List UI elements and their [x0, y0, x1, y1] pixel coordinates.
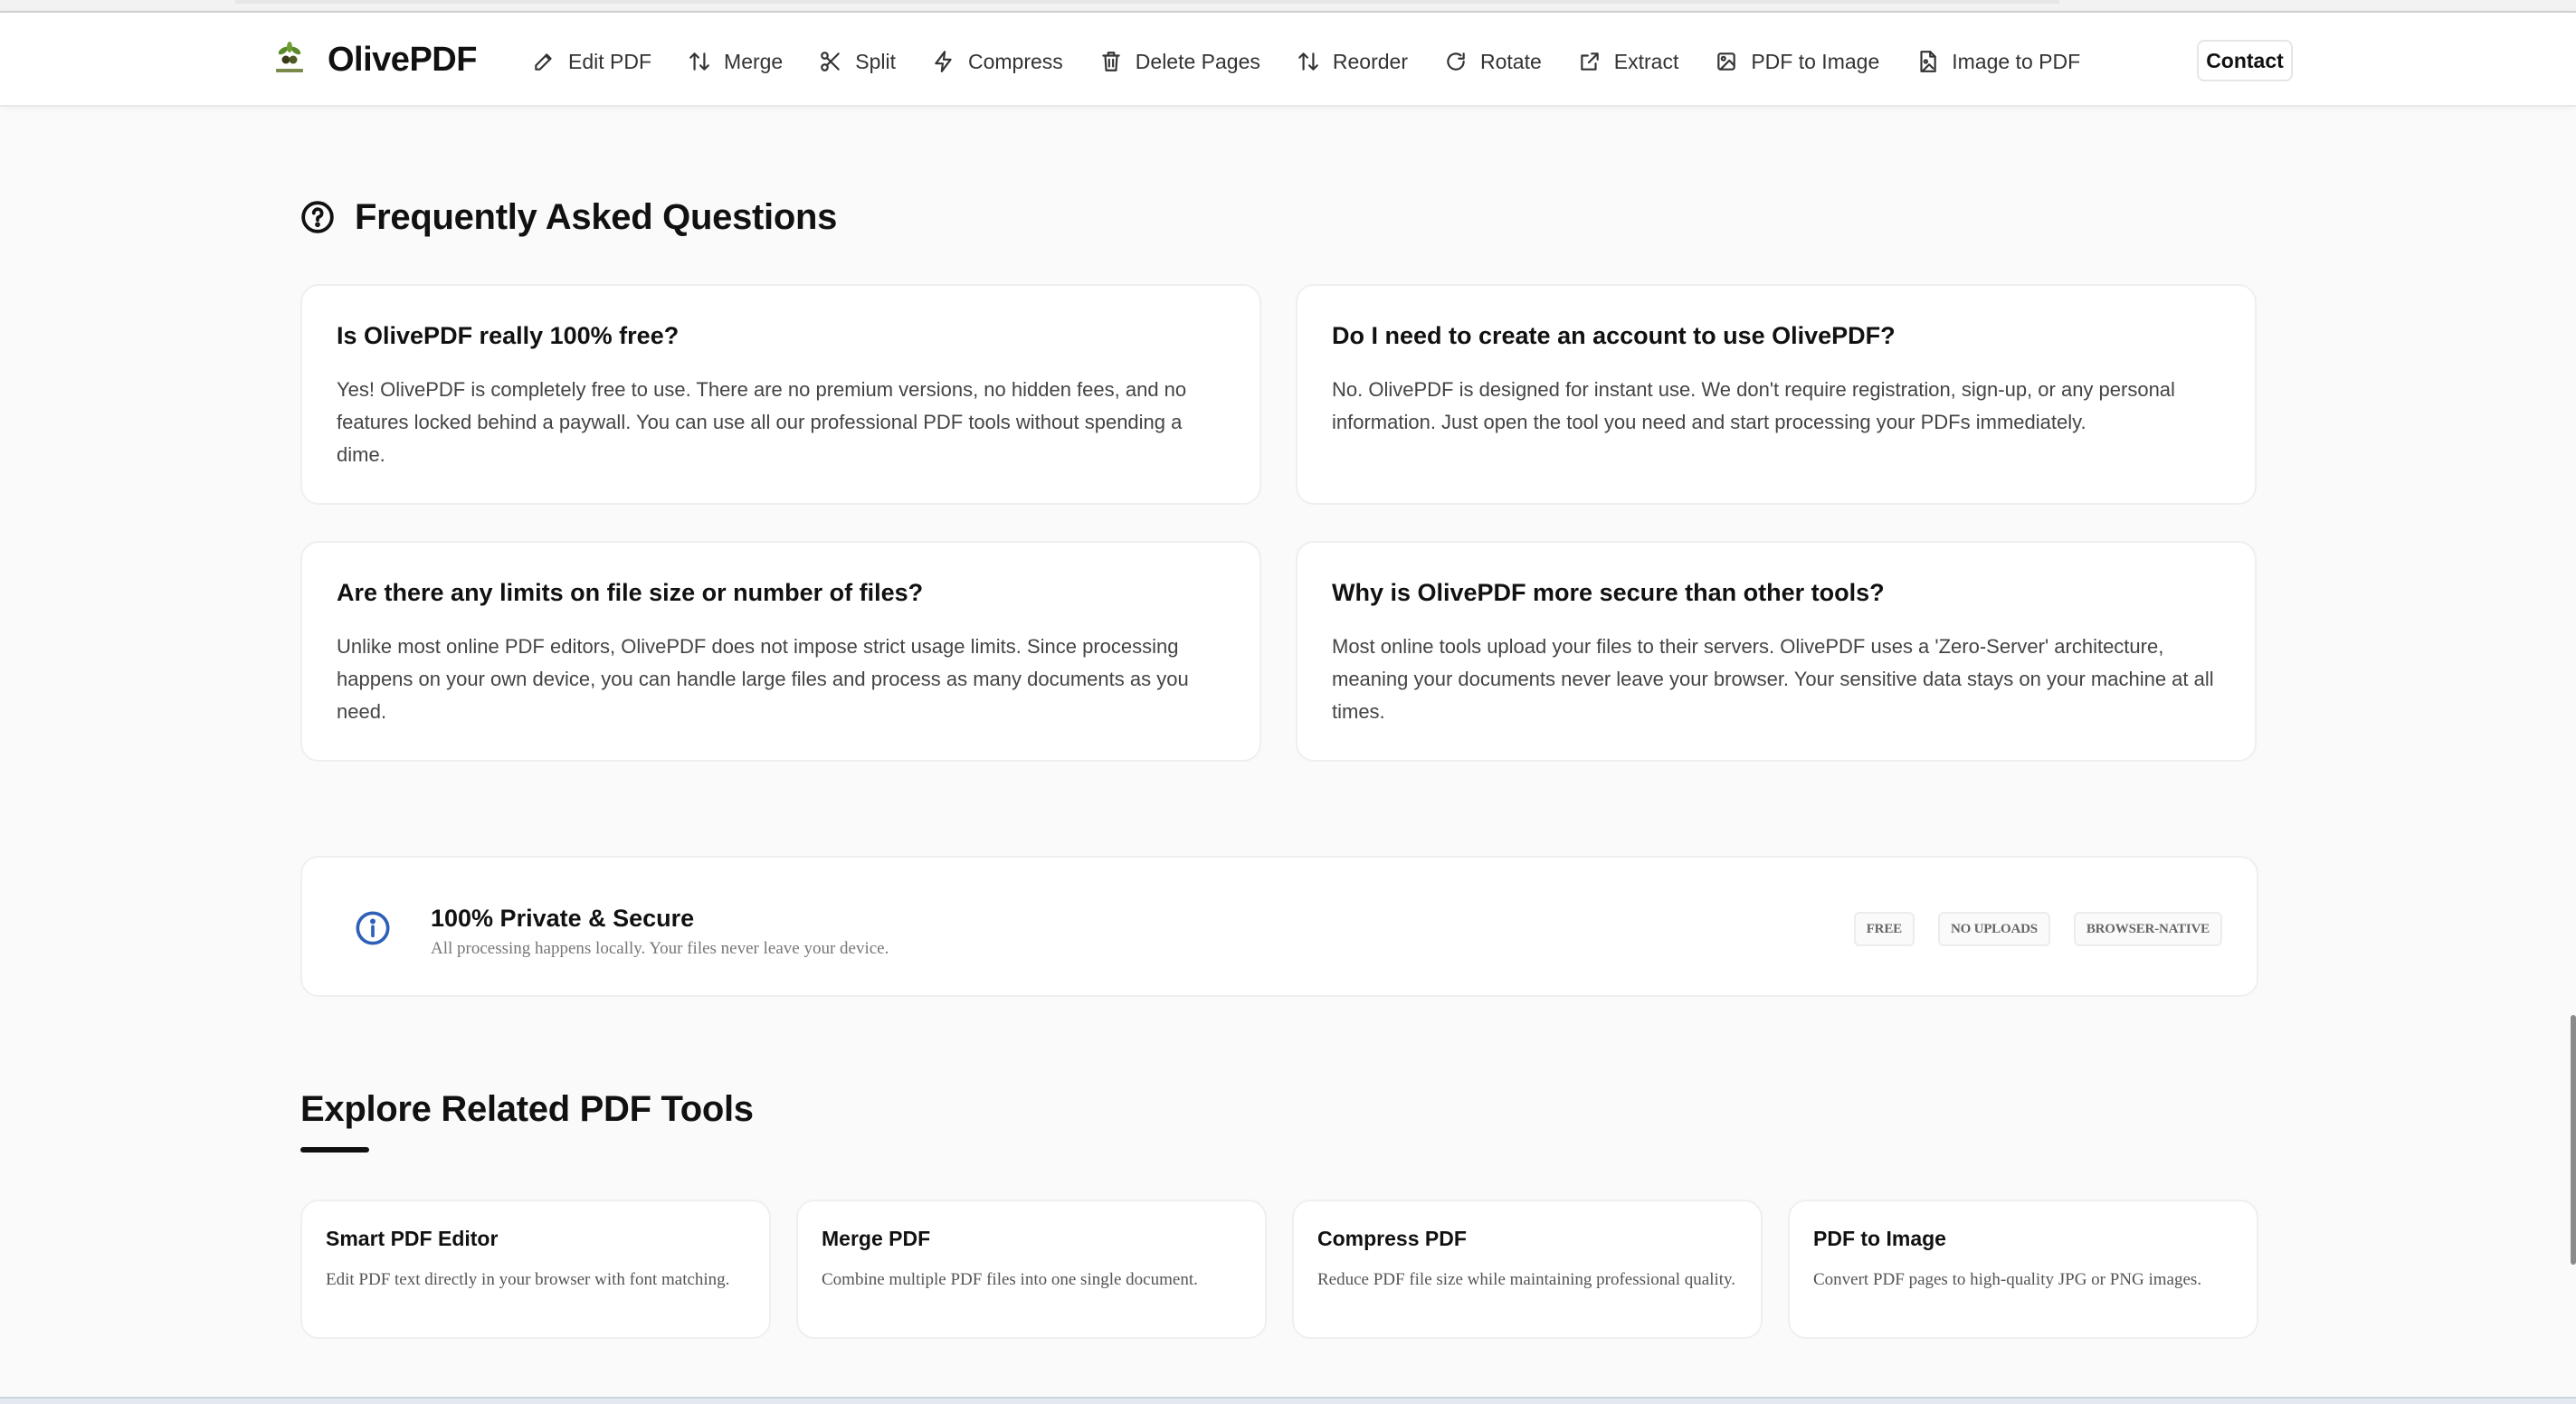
privacy-banner: 100% Private & Secure All processing hap…	[300, 856, 2258, 997]
title-underline	[300, 1147, 369, 1153]
badge-group: FREE NO UPLOADS BROWSER-NATIVE	[1830, 912, 2222, 946]
faq-question: Do I need to create an account to use Ol…	[1332, 322, 1896, 349]
privacy-subtitle: All processing happens locally. Your fil…	[431, 939, 889, 958]
faq-answer: Most online tools upload your files to t…	[1332, 635, 2214, 723]
browser-top-strip	[0, 0, 2576, 13]
tool-description: Combine multiple PDF files into one sing…	[822, 1270, 1198, 1289]
site-header: OlivePDF Edit PDF Merge Split Compress D…	[0, 13, 2576, 107]
faq-heading: Frequently Asked Questions	[300, 194, 837, 241]
image-icon	[1717, 52, 1736, 71]
nav-delete-pages[interactable]: Delete Pages	[1099, 50, 1260, 74]
tool-description: Convert PDF pages to high-quality JPG or…	[1813, 1270, 2202, 1289]
tool-name: Merge PDF	[822, 1227, 931, 1250]
tool-description: Reduce PDF file size while maintaining p…	[1317, 1270, 1736, 1289]
nav-label: Compress	[967, 49, 1063, 73]
tool-card-compress-pdf[interactable]: Compress PDF Reduce PDF file size while …	[1292, 1200, 1763, 1339]
nav-label: Reorder	[1332, 49, 1408, 73]
brand[interactable]: OlivePDF	[273, 40, 477, 80]
nav-label: PDF to Image	[1751, 49, 1880, 73]
scissors-icon	[821, 52, 840, 71]
nav-compress[interactable]: Compress	[932, 50, 1063, 74]
file-image-icon	[1920, 51, 1936, 72]
pencil-icon	[535, 53, 552, 71]
nav-extract[interactable]: Extract	[1578, 49, 1679, 74]
brand-name: OlivePDF	[328, 40, 477, 79]
privacy-title: 100% Private & Secure	[431, 905, 695, 932]
nav-image-to-pdf[interactable]: Image to PDF	[1915, 50, 2080, 74]
nav-merge[interactable]: Merge	[688, 50, 783, 74]
badge-free: FREE	[1853, 912, 1915, 946]
faq-question: Are there any limits on file size or num…	[337, 579, 924, 606]
contact-button[interactable]: Contact	[2197, 40, 2293, 81]
faq-answer: Unlike most online PDF editors, OlivePDF…	[337, 635, 1189, 723]
tool-name: PDF to Image	[1813, 1227, 1946, 1250]
faq-question: Is OlivePDF really 100% free?	[337, 322, 680, 349]
faq-answer: No. OlivePDF is designed for instant use…	[1332, 378, 2175, 433]
nav-label: Rotate	[1480, 49, 1542, 73]
tool-card-pdf-to-image[interactable]: PDF to Image Convert PDF pages to high-q…	[1788, 1200, 2258, 1339]
main-nav: Edit PDF Merge Split Compress Delete Pag…	[532, 43, 2116, 80]
nav-edit-pdf[interactable]: Edit PDF	[532, 50, 651, 74]
tool-name: Compress PDF	[1317, 1227, 1467, 1250]
external-link-icon	[1581, 52, 1599, 71]
lightning-icon	[935, 51, 952, 72]
nav-label: Image to PDF	[1952, 49, 2081, 73]
tool-card-merge-pdf[interactable]: Merge PDF Combine multiple PDF files int…	[796, 1200, 1267, 1339]
faq-title: Frequently Asked Questions	[355, 196, 838, 237]
faq-question: Why is OlivePDF more secure than other t…	[1332, 579, 1885, 606]
faq-card: Are there any limits on file size or num…	[300, 541, 1261, 762]
tool-description: Edit PDF text directly in your browser w…	[326, 1270, 730, 1289]
arrows-up-down-icon	[689, 52, 709, 71]
nav-label: Merge	[724, 49, 784, 73]
arrows-up-down-icon	[1298, 52, 1318, 71]
badge-no-uploads: NO UPLOADS	[1937, 912, 2050, 946]
scrollbar-thumb[interactable]	[2571, 1015, 2576, 1265]
tool-name: Smart PDF Editor	[326, 1227, 499, 1250]
trash-icon	[1102, 52, 1120, 71]
faq-card: Do I need to create an account to use Ol…	[1296, 284, 2257, 505]
nav-reorder[interactable]: Reorder	[1297, 50, 1408, 74]
info-icon	[356, 911, 390, 945]
faq-card: Why is OlivePDF more secure than other t…	[1296, 541, 2257, 762]
nav-split[interactable]: Split	[819, 50, 896, 74]
nav-pdf-to-image[interactable]: PDF to Image	[1715, 50, 1879, 74]
related-tools-title: Explore Related PDF Tools	[300, 1089, 754, 1129]
faq-answer: Yes! OlivePDF is completely free to use.…	[337, 378, 1187, 466]
nav-label: Edit PDF	[568, 49, 652, 73]
question-circle-icon	[301, 201, 334, 233]
tool-card-smart-pdf-editor[interactable]: Smart PDF Editor Edit PDF text directly …	[300, 1200, 771, 1339]
window-bottom-edge	[0, 1397, 2576, 1404]
olive-logo-icon	[273, 40, 306, 80]
nav-label: Delete Pages	[1135, 49, 1260, 73]
page: OlivePDF Edit PDF Merge Split Compress D…	[0, 0, 2576, 1404]
nav-label: Extract	[1613, 49, 1679, 73]
nav-label: Split	[855, 49, 896, 73]
faq-card: Is OlivePDF really 100% free? Yes! Olive…	[300, 284, 1261, 505]
nav-rotate[interactable]: Rotate	[1444, 50, 1542, 74]
rotate-icon	[1447, 52, 1465, 71]
badge-browser-native: BROWSER-NATIVE	[2073, 912, 2222, 946]
